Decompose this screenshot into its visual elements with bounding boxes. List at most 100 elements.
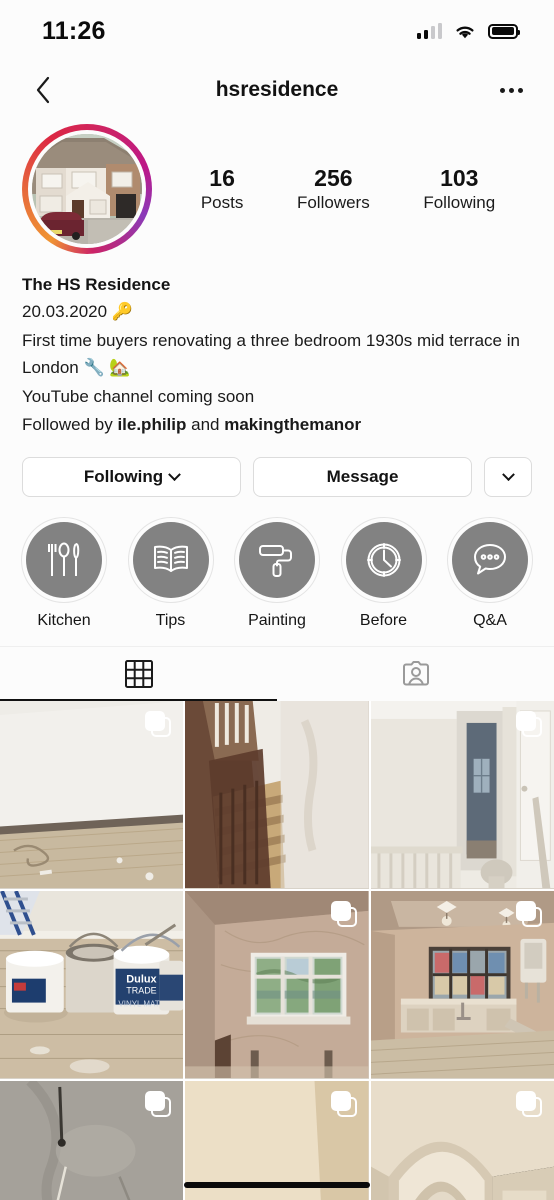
highlight-cover — [132, 522, 209, 598]
key-icon: 🔑 — [111, 302, 133, 323]
carousel-icon — [515, 1091, 542, 1117]
carousel-icon — [330, 901, 357, 927]
speech-bubble-icon — [474, 544, 506, 575]
status-time: 11:26 — [42, 16, 106, 45]
highlight-label: Painting — [248, 612, 306, 629]
avatar-inner — [28, 130, 146, 248]
highlight-cover — [452, 522, 528, 598]
house-icon: 🏡 — [109, 358, 131, 379]
grid-cell-9[interactable] — [370, 1081, 554, 1200]
cutlery-icon — [48, 542, 80, 576]
wifi-icon — [456, 26, 474, 38]
stat-following[interactable]: 103 Following — [423, 164, 495, 215]
clock-icon — [366, 543, 401, 577]
svg-text:Dulux: Dulux — [126, 974, 156, 986]
paint-tins-on-floorboards: Dulux TRADE VINYL MATT — [0, 891, 184, 1079]
bio-display-name: The HS Residence — [22, 275, 171, 294]
message-button[interactable]: Message — [253, 457, 472, 497]
highlight-before[interactable]: Before — [334, 517, 434, 630]
followed-by-user-1[interactable]: ile.philip — [117, 415, 186, 434]
grid-cell-1[interactable] — [0, 701, 184, 889]
status-bar: 11:26 — [0, 0, 554, 62]
chevron-left-icon — [36, 76, 50, 104]
message-button-label: Message — [326, 467, 399, 486]
posts-grid: Dulux TRADE VINYL MATT — [0, 701, 554, 1200]
highlight-label: Q&A — [473, 612, 507, 629]
carousel-icon — [145, 1091, 172, 1117]
chevron-down-icon — [501, 467, 515, 481]
grid-cell-6[interactable] — [370, 891, 554, 1079]
highlight-cover — [26, 522, 102, 598]
cellular-signal-icon — [416, 23, 442, 39]
following-label: Following — [423, 193, 496, 213]
more-options-button[interactable] — [494, 73, 528, 107]
staircase-stripped-treads — [185, 701, 369, 889]
grid-cell-3[interactable] — [370, 701, 554, 889]
grid-cell-4[interactable]: Dulux TRADE VINYL MATT — [0, 891, 184, 1079]
nav-header: hsresidence — [0, 62, 554, 118]
grid-cell-7[interactable] — [0, 1081, 184, 1200]
followers-label: Followers — [296, 193, 370, 213]
highlight-kitchen[interactable]: Kitchen — [14, 517, 114, 630]
profile-tabs — [0, 646, 554, 701]
profile-stats: 16 Posts 256 Followers 103 Following — [152, 164, 532, 215]
instagram-profile-screen: 11:26 hsresidence 16 Posts 256 Followers… — [0, 0, 554, 1200]
followed-by-user-2[interactable]: makingthemanor — [224, 415, 361, 434]
highlight-cover — [239, 522, 315, 598]
following-button-label: Following — [83, 467, 164, 486]
bio-description: First time buyers renovating a three bed… — [22, 327, 532, 383]
carousel-icon — [145, 711, 172, 737]
grid-cell-2[interactable] — [185, 701, 369, 889]
grid-tab[interactable] — [0, 647, 277, 701]
svg-text:TRADE: TRADE — [126, 986, 156, 996]
carousel-icon — [515, 901, 542, 927]
suggestions-dropdown-button[interactable] — [484, 457, 532, 497]
highlight-qa[interactable]: Q&A — [440, 517, 540, 630]
highlight-label: Before — [359, 612, 408, 629]
posts-label: Posts — [200, 193, 244, 213]
status-icons — [416, 23, 521, 40]
home-indicator — [184, 1182, 370, 1188]
avatar[interactable] — [32, 134, 142, 244]
stat-followers[interactable]: 256 Followers — [297, 164, 370, 215]
house-photo-avatar — [32, 134, 142, 244]
battery-full-icon — [488, 23, 521, 39]
paint-roller-icon — [259, 545, 292, 577]
carousel-icon — [330, 1091, 357, 1117]
highlight-label: Kitchen — [37, 612, 91, 629]
action-buttons: Following Message — [0, 439, 554, 497]
bio-section: The HS Residence 20.03.2020 🔑 First time… — [0, 254, 554, 439]
highlight-tips[interactable]: Tips — [121, 517, 221, 630]
highlight-ring — [21, 517, 107, 603]
highlight-label: Tips — [155, 612, 186, 629]
posts-count: 16 — [209, 164, 235, 191]
followers-count: 256 — [314, 164, 353, 191]
grid-cell-5[interactable] — [185, 891, 369, 1079]
followed-by-join: and — [186, 415, 225, 435]
page-title: hsresidence — [215, 78, 339, 101]
following-count: 103 — [440, 164, 479, 191]
avatar-story-ring[interactable] — [22, 124, 152, 254]
svg-text:VINYL MATT: VINYL MATT — [118, 1000, 164, 1009]
carousel-icon — [515, 711, 542, 737]
highlight-ring — [234, 517, 320, 603]
profile-header: 16 Posts 256 Followers 103 Following — [0, 118, 554, 254]
highlight-cover — [345, 522, 422, 598]
grid-icon — [124, 660, 153, 688]
open-book-icon — [153, 545, 188, 572]
followed-by-prefix: Followed by — [22, 415, 118, 435]
tagged-icon — [402, 661, 429, 686]
followed-by: Followed by ile.philip and makingthemano… — [22, 410, 532, 439]
highlight-ring — [127, 517, 214, 603]
chevron-down-icon — [168, 467, 182, 481]
tagged-tab[interactable] — [277, 647, 554, 701]
bio-date-line: 20.03.2020 🔑 — [22, 298, 532, 327]
highlight-painting[interactable]: Painting — [227, 517, 327, 630]
stat-posts[interactable]: 16 Posts — [201, 164, 244, 215]
highlight-ring — [447, 517, 533, 603]
bio-date: 20.03.2020 — [22, 302, 108, 322]
following-button[interactable]: Following — [22, 457, 241, 497]
story-highlights: Kitchen Tips Painting Before Q&A — [0, 497, 554, 630]
highlight-ring — [340, 517, 427, 603]
back-button[interactable] — [26, 73, 60, 107]
